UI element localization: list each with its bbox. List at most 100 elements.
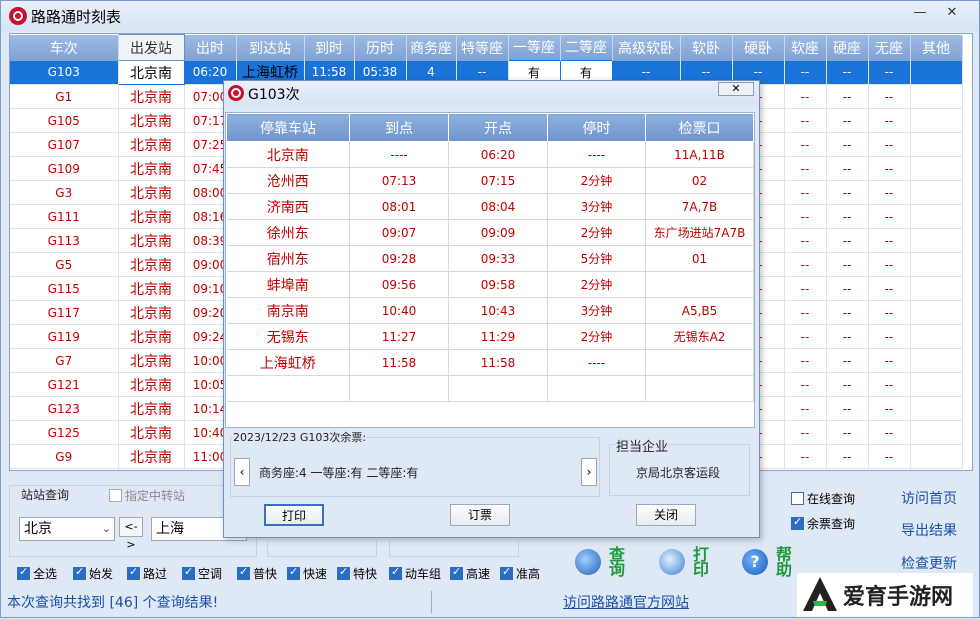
chevron-down-icon: ⌄ bbox=[101, 522, 111, 535]
table-cell: -- bbox=[784, 324, 827, 349]
stop-row[interactable]: 蚌埠南 09:56 09:58 2分钟 bbox=[226, 271, 754, 298]
filter-checkbox[interactable]: 准高 bbox=[500, 565, 540, 582]
stop-cell: 2分钟 bbox=[547, 323, 646, 350]
table-cell: G111 bbox=[10, 204, 119, 229]
column-header[interactable]: 硬座 bbox=[826, 34, 869, 61]
filter-checkbox[interactable]: 动车组 bbox=[389, 565, 441, 582]
filter-label: 特快 bbox=[353, 567, 378, 581]
stop-cell: 11A,11B bbox=[645, 141, 754, 168]
column-header[interactable]: 高级软卧 bbox=[612, 34, 681, 61]
column-header[interactable]: 二等座 bbox=[560, 34, 613, 61]
column-header[interactable]: 软座 bbox=[784, 34, 827, 61]
filter-checkbox[interactable]: 全选 bbox=[17, 565, 57, 582]
table-cell: G9 bbox=[10, 444, 119, 469]
table-cell: 北京南 bbox=[118, 252, 185, 277]
stop-row[interactable]: 无锡东 11:27 11:29 2分钟 无锡东A2 bbox=[226, 323, 754, 350]
official-site-link[interactable]: 访问路路通官方网站 bbox=[563, 592, 689, 612]
table-cell: -- bbox=[868, 228, 911, 253]
close-window-button[interactable]: ✕ bbox=[939, 5, 965, 23]
table-cell: -- bbox=[826, 252, 869, 277]
table-cell: 北京南 bbox=[118, 276, 185, 301]
filter-checkbox[interactable]: 快速 bbox=[287, 565, 327, 582]
filter-checkbox[interactable]: 始发 bbox=[73, 565, 113, 582]
filter-checkbox[interactable]: 空调 bbox=[182, 565, 222, 582]
table-cell: 北京南 bbox=[118, 348, 185, 373]
table-cell: -- bbox=[784, 348, 827, 373]
column-header[interactable]: 无座 bbox=[868, 34, 911, 61]
table-cell: -- bbox=[826, 300, 869, 325]
column-header[interactable]: 其他 bbox=[910, 34, 963, 61]
table-cell: 北京南 bbox=[118, 420, 185, 445]
column-header[interactable]: 硬卧 bbox=[732, 34, 785, 61]
table-cell: G117 bbox=[10, 300, 119, 325]
table-cell: -- bbox=[826, 204, 869, 229]
prev-arrow-button[interactable]: ‹ bbox=[234, 458, 250, 486]
checkbox-box bbox=[73, 565, 86, 580]
table-cell bbox=[910, 396, 963, 421]
transfer-checkbox[interactable]: 指定中转站 bbox=[109, 487, 185, 504]
column-header[interactable]: 特等座 bbox=[456, 34, 509, 61]
table-cell: 北京南 bbox=[118, 180, 185, 205]
checkbox-box bbox=[127, 565, 140, 580]
stop-cell bbox=[349, 375, 449, 402]
column-header[interactable]: 到时 bbox=[304, 34, 355, 61]
column-header[interactable]: 出发站 bbox=[117, 34, 185, 61]
dialog-print-button[interactable]: 打印 bbox=[264, 504, 324, 526]
print-button-label: 打印 bbox=[693, 545, 710, 579]
help-button[interactable]: ? 帮助 bbox=[742, 545, 794, 579]
table-cell: -- bbox=[784, 396, 827, 421]
stop-row[interactable]: 济南西 08:01 08:04 3分钟 7A,7B bbox=[226, 193, 754, 220]
stop-row[interactable]: 南京南 10:40 10:43 3分钟 A5,B5 bbox=[226, 297, 754, 324]
dialog-close-button[interactable]: 关闭 bbox=[636, 504, 696, 526]
filter-checkbox[interactable]: 特快 bbox=[337, 565, 377, 582]
table-cell: -- bbox=[784, 372, 827, 397]
stop-cell bbox=[645, 375, 754, 402]
table-cell: -- bbox=[784, 60, 827, 85]
stop-cell: ---- bbox=[349, 141, 449, 168]
update-link[interactable]: 检查更新 bbox=[901, 553, 957, 573]
column-header[interactable]: 软卧 bbox=[680, 34, 733, 61]
filter-checkbox[interactable]: 路过 bbox=[127, 565, 167, 582]
stop-cell: 09:56 bbox=[349, 271, 449, 298]
stop-row[interactable]: 沧州西 07:13 07:15 2分钟 02 bbox=[226, 167, 754, 194]
table-cell: -- bbox=[868, 372, 911, 397]
column-header[interactable]: 历时 bbox=[354, 34, 407, 61]
stop-cell: 宿州东 bbox=[226, 245, 350, 272]
minimize-button[interactable]: — bbox=[907, 5, 933, 23]
stop-row[interactable]: 徐州东 09:07 09:09 2分钟 东广场进站7A7B bbox=[226, 219, 754, 246]
online-query-checkbox[interactable]: 在线查询 bbox=[791, 490, 855, 507]
help-button-label: 帮助 bbox=[776, 545, 793, 579]
swap-stations-button[interactable]: <-> bbox=[119, 517, 143, 551]
table-cell: -- bbox=[784, 84, 827, 109]
table-cell: G1 bbox=[10, 84, 119, 109]
table-cell bbox=[910, 132, 963, 157]
stop-cell: 01 bbox=[645, 245, 754, 272]
remaining-query-checkbox[interactable]: 余票查询 bbox=[791, 515, 855, 532]
option-group-2 bbox=[389, 541, 519, 557]
column-header[interactable]: 到达站 bbox=[236, 34, 305, 61]
help-icon: ? bbox=[742, 549, 768, 575]
dialog-close-x-button[interactable]: ✕ bbox=[718, 82, 754, 96]
home-link[interactable]: 访问首页 bbox=[901, 488, 957, 508]
from-station-select[interactable]: 北京 ⌄ bbox=[19, 517, 115, 541]
table-cell bbox=[910, 252, 963, 277]
export-link[interactable]: 导出结果 bbox=[901, 520, 957, 540]
column-header[interactable]: 一等座 bbox=[508, 34, 561, 61]
stop-row[interactable]: 宿州东 09:28 09:33 5分钟 01 bbox=[226, 245, 754, 272]
next-arrow-button[interactable]: › bbox=[581, 458, 597, 486]
table-cell: 北京南 bbox=[118, 132, 185, 157]
query-button[interactable]: 查询 bbox=[575, 547, 627, 578]
table-cell bbox=[910, 180, 963, 205]
book-ticket-button[interactable]: 订票 bbox=[450, 504, 510, 526]
stops-grid[interactable]: 停靠车站 到点 开点 停时 检票口 北京南 ---- 06:20 ---- 11A,11B 沧州西… bbox=[225, 112, 755, 428]
column-header[interactable]: 出时 bbox=[184, 34, 237, 61]
column-header[interactable]: 车次 bbox=[10, 34, 119, 61]
stop-row[interactable]: 上海虹桥 11:58 11:58 ---- bbox=[226, 349, 754, 376]
column-header[interactable]: 商务座 bbox=[406, 34, 457, 61]
transfer-label: 指定中转站 bbox=[125, 489, 186, 503]
checkbox-box bbox=[237, 565, 250, 580]
filter-checkbox[interactable]: 高速 bbox=[450, 565, 490, 582]
stop-row[interactable]: 北京南 ---- 06:20 ---- 11A,11B bbox=[226, 141, 754, 168]
print-main-button[interactable]: 打印 bbox=[659, 545, 711, 579]
filter-checkbox[interactable]: 普快 bbox=[237, 565, 277, 582]
